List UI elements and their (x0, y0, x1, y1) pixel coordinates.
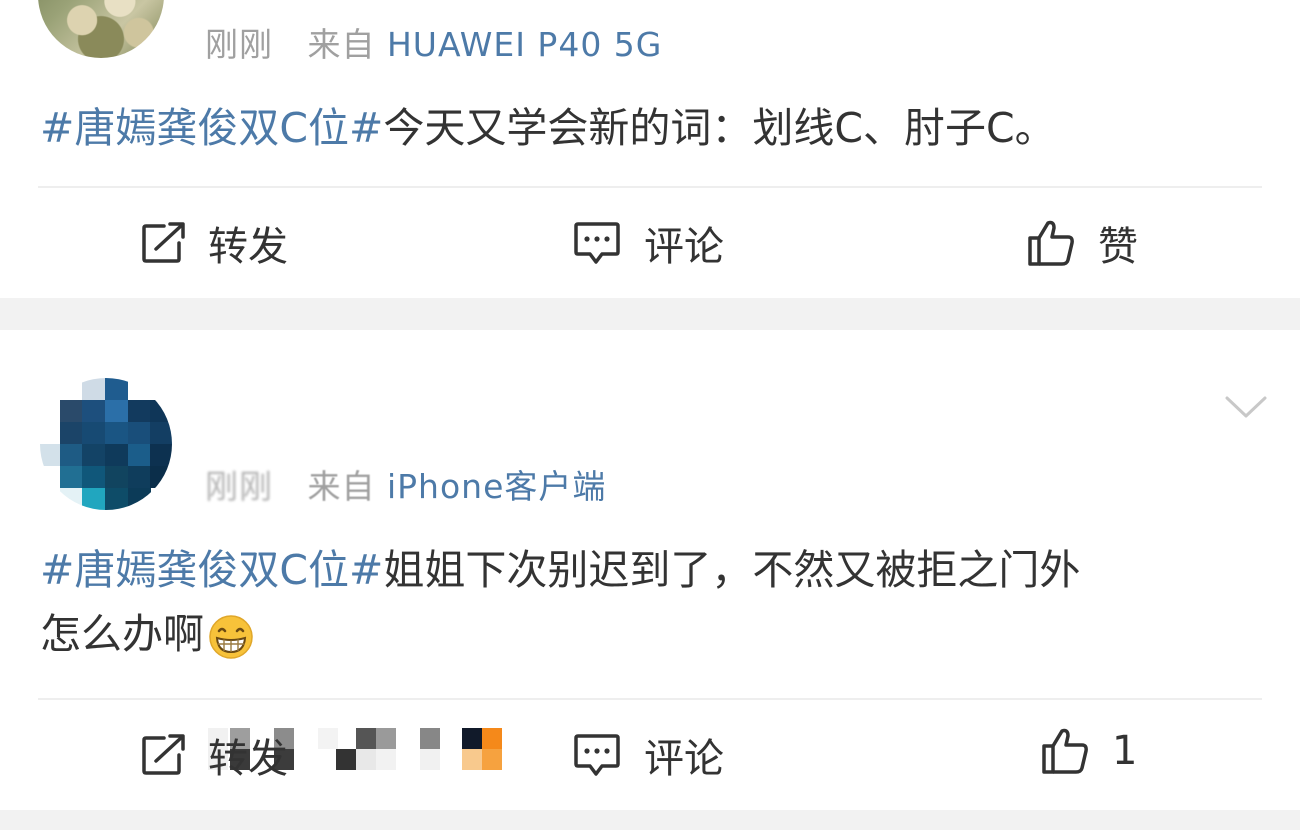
post-meta: 刚刚 来自 HUAWEI P40 5G (205, 18, 662, 66)
comment-button[interactable]: 评论 (572, 726, 724, 784)
divider (38, 186, 1262, 188)
forward-button[interactable]: 转发 (140, 726, 288, 784)
post-source[interactable]: iPhone客户端 (387, 467, 606, 506)
weibo-post-1: 刚刚 来自 HUAWEI P40 5G #唐嫣龚俊双C位#今天又学会新的词：划线… (0, 0, 1300, 298)
like-button[interactable]: 赞 (1026, 214, 1138, 272)
post-content: #唐嫣龚俊双C位#姐姐下次别迟到了，不然又被拒之门外 怎么办啊 (40, 538, 1080, 666)
from-label: 来自 (307, 25, 376, 64)
forward-button[interactable]: 转发 (140, 214, 288, 272)
comment-button[interactable]: 评论 (572, 214, 724, 272)
post-meta: 刚刚 来自 iPhone客户端 (205, 460, 606, 508)
forward-label: 转发 (208, 224, 288, 270)
post-text-line1: 姐姐下次别迟到了，不然又被拒之门外 (383, 546, 1081, 594)
like-count: 1 (1112, 728, 1138, 774)
post-time: 刚刚 (205, 467, 273, 506)
share-icon (142, 222, 185, 263)
thumbs-up-icon (1042, 728, 1088, 774)
from-label: 来自 (307, 467, 376, 506)
forward-label: 转发 (208, 736, 288, 782)
post-separator (0, 298, 1300, 330)
post-source[interactable]: HUAWEI P40 5G (387, 25, 662, 64)
comment-icon (574, 222, 620, 264)
comment-icon (574, 734, 620, 776)
user-avatar[interactable] (38, 0, 164, 58)
hashtag-link[interactable]: #唐嫣龚俊双C位# (40, 546, 383, 594)
pixelated-avatar-image (40, 378, 172, 510)
post-text: 今天又学会新的词：划线C、肘子C。 (383, 104, 1056, 152)
like-label: 赞 (1098, 224, 1138, 270)
like-button[interactable]: 1 (1040, 726, 1137, 776)
post-content: #唐嫣龚俊双C位#今天又学会新的词：划线C、肘子C。 (40, 96, 1056, 160)
chevron-down-icon[interactable] (1224, 392, 1268, 422)
hashtag-link[interactable]: #唐嫣龚俊双C位# (40, 104, 383, 152)
post-separator (0, 810, 1300, 830)
share-icon (142, 734, 185, 775)
comment-label: 评论 (644, 736, 724, 782)
thumbs-up-icon (1028, 220, 1074, 266)
post-time: 刚刚 (205, 25, 273, 64)
comment-label: 评论 (644, 224, 724, 270)
grinning-face-icon (209, 615, 253, 659)
divider (38, 698, 1262, 700)
post-text-line2: 怎么办啊 (40, 610, 204, 658)
user-avatar[interactable] (40, 378, 172, 510)
weibo-post-2: #唐嫣龚俊双C位#姐姐下次别迟到了，不然又被拒之门外 怎么办啊 转发 评论 1 … (0, 330, 1300, 810)
